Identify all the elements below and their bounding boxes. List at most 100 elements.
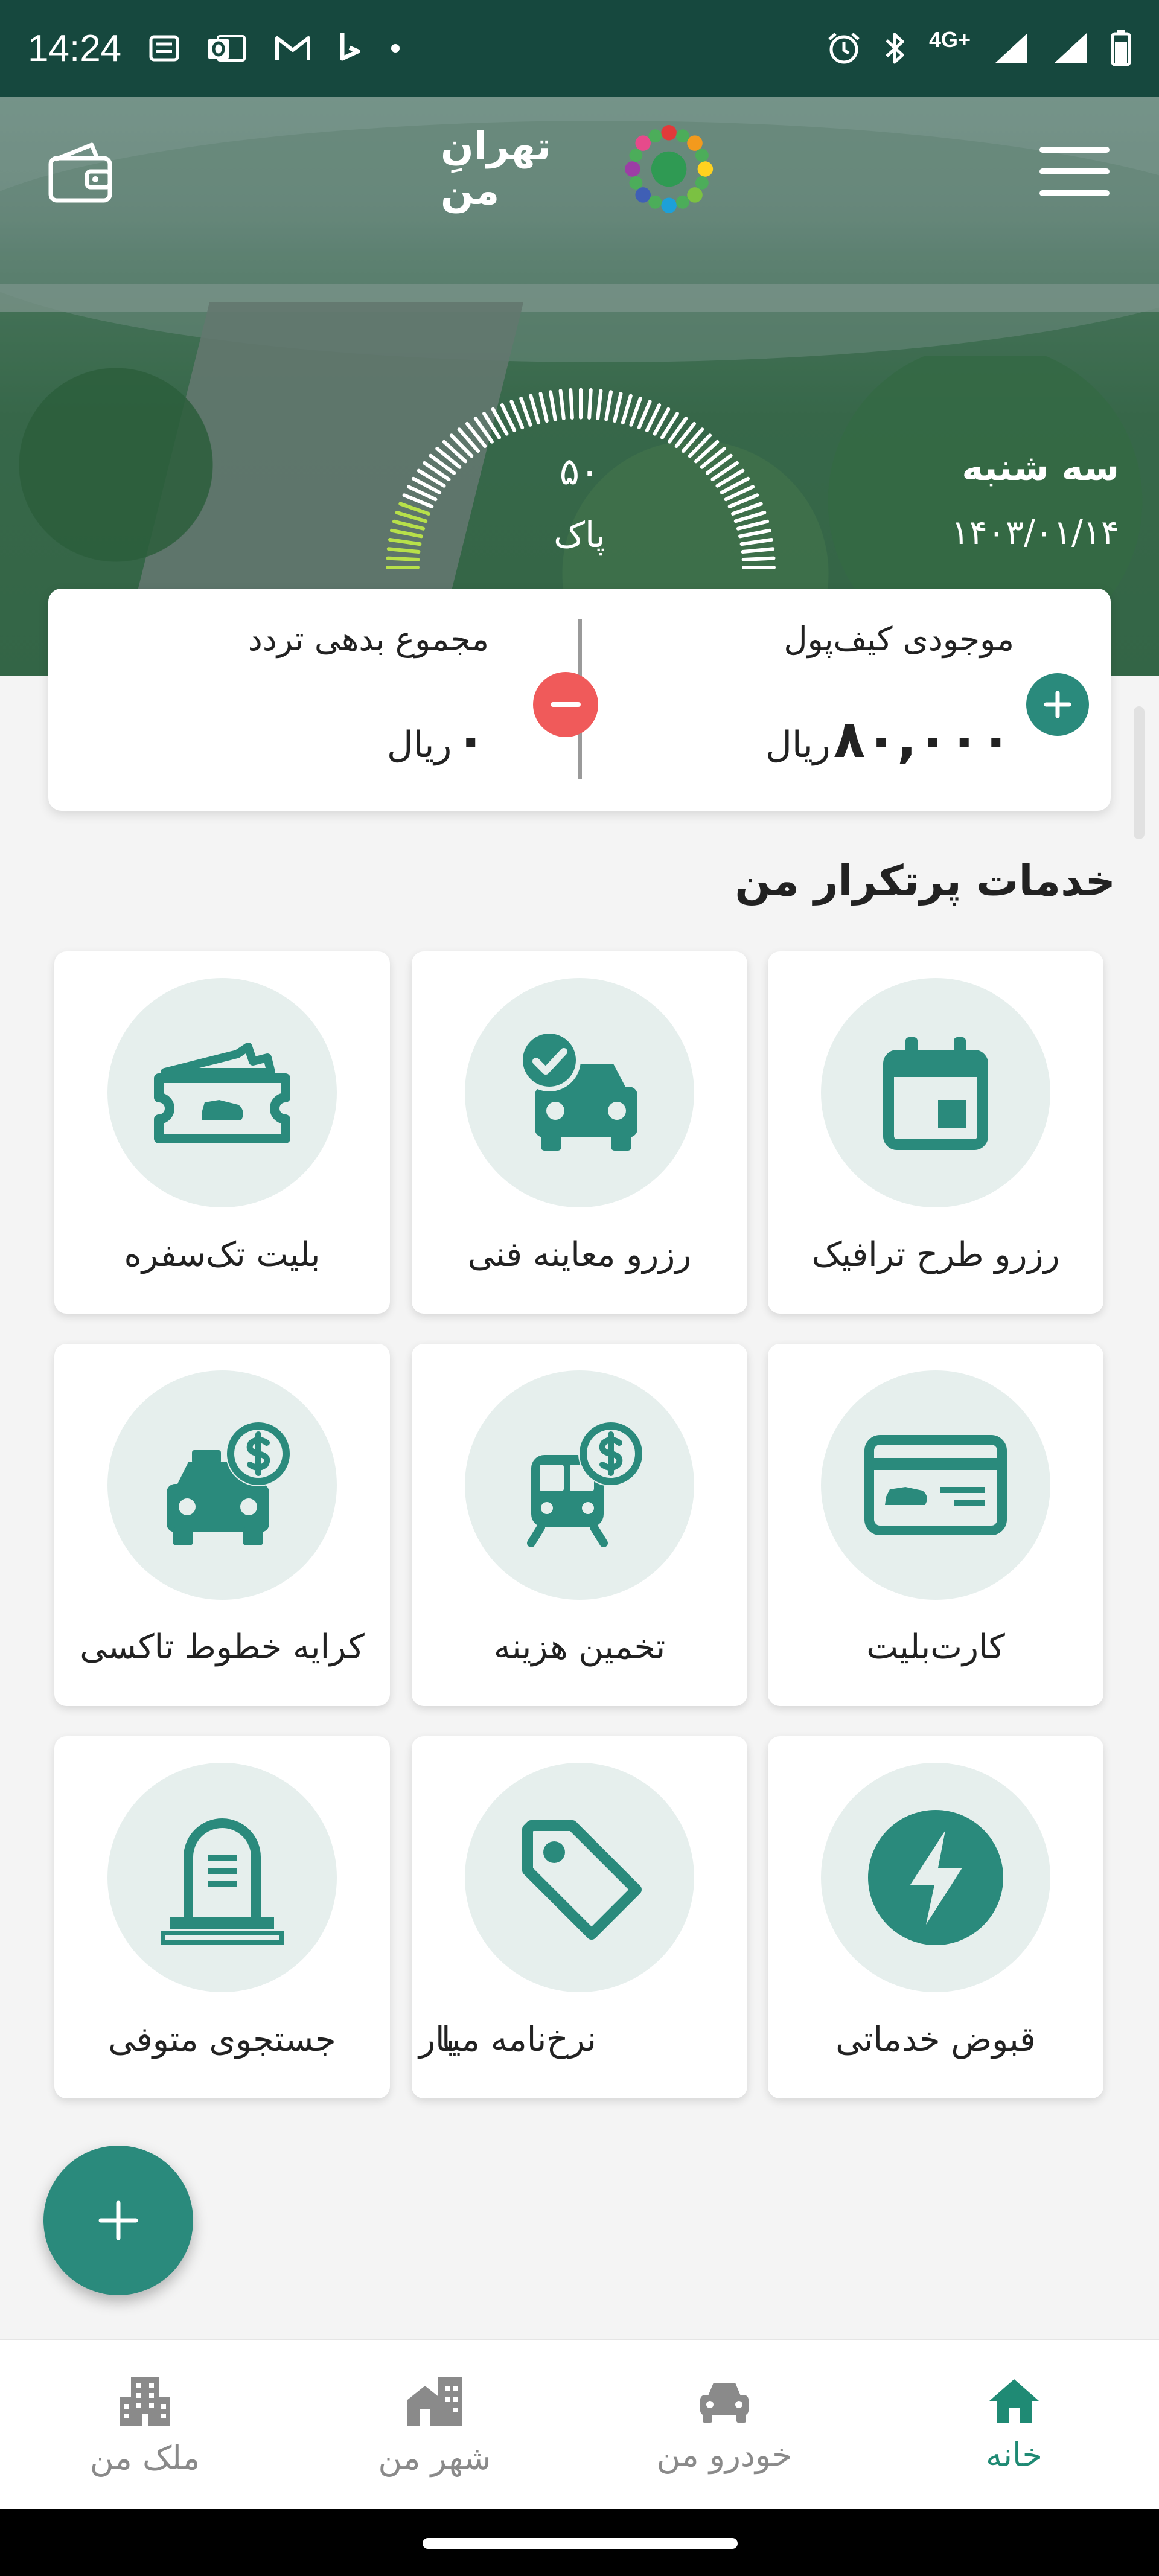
gauge-tick xyxy=(621,394,633,425)
nav-label: ملک من xyxy=(89,2438,200,2477)
plus-icon xyxy=(98,2200,138,2240)
bottom-navigation: خانه خودرو من شهر من ملک من xyxy=(0,2339,1159,2509)
gauge-tick xyxy=(558,389,566,420)
minus-icon xyxy=(551,702,581,707)
frequent-services-title: خدمات پرتکرار من xyxy=(735,856,1116,906)
service-label: بلیت تک‌سفره xyxy=(124,1235,321,1274)
status-bar: 14:24 4G+ xyxy=(0,0,1159,97)
debt-amount: ۰ ریال xyxy=(387,709,487,770)
service-label: جستجوی متوفی xyxy=(108,2020,336,2059)
gauge-tick xyxy=(389,528,423,539)
service-label: کارت‌بلیت xyxy=(866,1628,1005,1667)
gauge-tick xyxy=(596,389,603,420)
gauge-tick xyxy=(386,556,420,561)
nav-my-city[interactable]: شهر من xyxy=(290,2340,580,2510)
tombstone-icon xyxy=(161,1818,284,1945)
gauge-tick xyxy=(392,519,426,531)
lightning-icon xyxy=(868,1810,1003,1945)
debt-amount-number: ۰ xyxy=(455,709,487,770)
date: ۱۴۰۳/۰۱/۱۴ xyxy=(951,513,1119,552)
ticket-icon xyxy=(154,1043,290,1143)
gauge-tick xyxy=(548,390,557,421)
gauge-tick xyxy=(637,400,652,430)
city-icon xyxy=(407,2377,462,2426)
battery-icon xyxy=(1111,30,1131,66)
car-icon xyxy=(700,2382,749,2423)
gauge-tick xyxy=(741,547,775,554)
bing-icon xyxy=(339,32,363,65)
service-single-ticket[interactable]: بلیت تک‌سفره xyxy=(54,951,390,1314)
nav-my-car[interactable]: خودرو من xyxy=(580,2340,869,2510)
debt-amount-currency: ریال xyxy=(386,724,452,766)
wallet-icon xyxy=(48,142,112,203)
service-label: قبوض خدماتی xyxy=(835,2020,1036,2059)
signal-icon-2 xyxy=(1052,31,1089,66)
pay-debt-button[interactable] xyxy=(533,672,598,737)
network-type: 4G+ xyxy=(928,27,971,52)
logo-text: تهرانِ من xyxy=(441,124,551,214)
alarm-icon xyxy=(826,31,861,66)
gauge-tick xyxy=(738,528,772,539)
gmail-icon xyxy=(275,34,311,62)
add-credit-button[interactable] xyxy=(1026,673,1089,736)
gauge-tick xyxy=(386,547,421,554)
service-taxi-fare[interactable]: کرایه خطوط تاکسی xyxy=(54,1344,390,1706)
service-deceased-search[interactable]: جستجوی متوفی xyxy=(54,1736,390,2098)
app-logo: تهرانِ من xyxy=(441,115,718,223)
gauge-tick xyxy=(587,388,593,420)
service-label: رزرو طرح ترافیک xyxy=(811,1235,1060,1274)
gauge-tick xyxy=(519,397,532,427)
train-money-icon xyxy=(527,1421,643,1547)
gauge-tick xyxy=(613,392,623,423)
service-cost-estimate[interactable]: تخمین هزینه xyxy=(412,1344,747,1706)
wallet-balance-amount: ۸۰,۰۰۰ ریال xyxy=(765,709,1012,770)
gauge-tick xyxy=(509,400,525,430)
gauge-tick xyxy=(629,397,642,427)
building-icon xyxy=(120,2377,170,2426)
gauge-tick xyxy=(395,511,428,523)
car-check-icon xyxy=(518,1029,637,1151)
service-traffic-reservation[interactable]: رزرو طرح ترافیک xyxy=(768,951,1103,1314)
weekday: سه شنبه xyxy=(962,447,1119,489)
ticket-card-icon xyxy=(864,1435,1007,1535)
bluetooth-icon xyxy=(883,31,907,66)
gauge-tick xyxy=(388,537,422,546)
nav-label: شهر من xyxy=(378,2438,491,2477)
add-service-fab[interactable] xyxy=(43,2146,193,2295)
balance-card: موجودی کیف‌پول ۸۰,۰۰۰ ریال مجموع بدهی تر… xyxy=(48,589,1111,811)
service-label: نرخ‌نامه میا xyxy=(441,2020,596,2059)
nav-label: خودرو من xyxy=(656,2435,793,2474)
outlook-icon xyxy=(207,33,247,64)
service-utility-bills[interactable]: قبوض خدماتی xyxy=(768,1736,1103,2098)
notes-icon xyxy=(149,35,179,62)
menu-button[interactable] xyxy=(1039,147,1110,196)
calendar-icon xyxy=(883,1037,988,1150)
home-icon xyxy=(989,2379,1039,2423)
dot-icon xyxy=(391,43,400,53)
service-technical-inspection[interactable]: رزرو معاینه فنی xyxy=(412,951,747,1314)
gauge-tick xyxy=(739,537,774,546)
air-quality-value: ۵۰ xyxy=(559,449,600,493)
service-label: تخمین هزینه xyxy=(493,1628,666,1667)
wallet-balance-title: موجودی کیف‌پول xyxy=(784,620,1014,658)
taxi-money-icon xyxy=(167,1421,291,1545)
wallet-amount-number: ۸۰,۰۰۰ xyxy=(833,709,1012,770)
nav-label: خانه xyxy=(986,2435,1042,2474)
gauge-tick xyxy=(569,388,574,420)
nav-my-property[interactable]: ملک من xyxy=(0,2340,290,2510)
service-label: رزرو معاینه فنی xyxy=(467,1235,692,1274)
wallet-button[interactable] xyxy=(45,136,116,208)
gauge-tick xyxy=(538,392,549,423)
service-ticket-card[interactable]: کارت‌بلیت xyxy=(768,1344,1103,1706)
nav-home[interactable]: خانه xyxy=(869,2340,1159,2510)
scroll-indicator xyxy=(1134,706,1145,839)
signal-icon xyxy=(992,31,1030,66)
status-time: 14:24 xyxy=(28,27,122,69)
air-quality-label: پاک xyxy=(554,514,605,555)
service-market-prices[interactable]: بار نرخ‌نامه میا xyxy=(412,1736,747,2098)
gauge-tick xyxy=(741,556,776,561)
tag-icon xyxy=(522,1820,642,1940)
gauge-tick xyxy=(736,519,770,531)
wallet-amount-currency: ریال xyxy=(765,724,831,766)
tehran-logo-icon xyxy=(624,124,713,214)
